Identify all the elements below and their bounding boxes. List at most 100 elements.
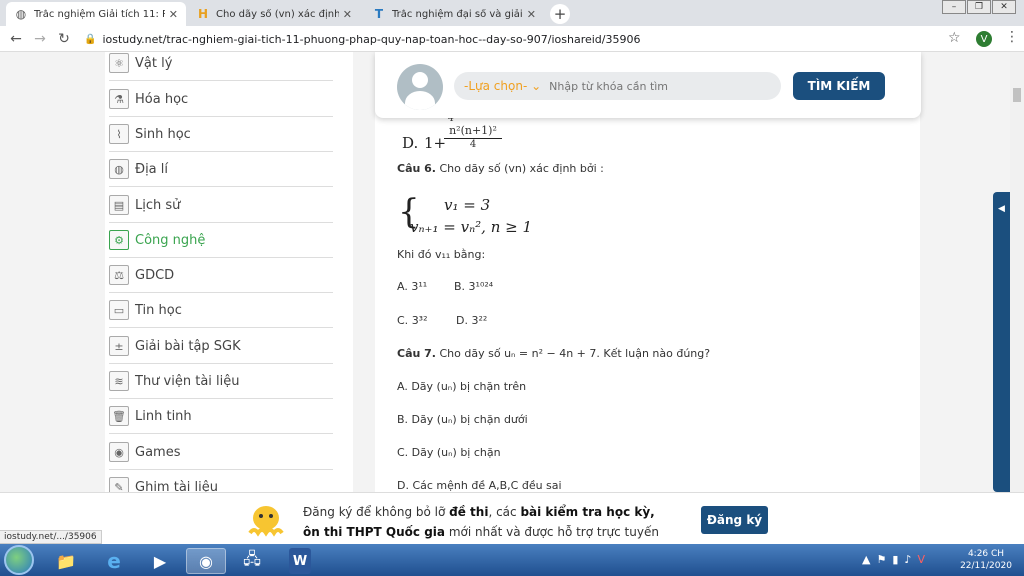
sidebar-item-linh-tinh[interactable]: 🗑 Linh tinh [109,399,333,434]
word-icon[interactable]: W [289,548,311,574]
answer-letter: B. [454,280,466,293]
bookmark-star-icon[interactable]: ☆ [948,30,961,46]
antivirus-icon[interactable]: V [917,553,925,566]
search-card: -Lựa chọn- ⌄ TÌM KIẾM [375,52,921,118]
sidebar-item-thu-vien[interactable]: ≋ Thư viện tài liệu [109,364,333,399]
page-scrollbar[interactable] [1010,52,1024,492]
category-select[interactable]: -Lựa chọn- ⌄ [464,79,541,93]
new-tab-button[interactable]: + [550,4,570,24]
maximize-icon[interactable]: ❐ [967,0,991,14]
question-prompt: Khi đó v₁₁ bằng: [397,248,486,261]
q7-answer-c[interactable]: C. Dãy (uₙ) bị chặn [397,446,501,459]
close-icon[interactable]: ✕ [343,8,352,21]
sidebar-item-label: Giải bài tập SGK [135,338,241,354]
scroll-icon: ▤ [109,195,129,215]
question-7: Câu 7. Cho dãy số uₙ = n² − 4n + 7. Kết … [397,347,710,360]
answer-c[interactable]: C. 3³² [397,314,428,327]
tab-3[interactable]: T Trắc nghiệm đại số và giải tích 11 ✕ [364,2,544,26]
sidebar-item-giai-bai-tap[interactable]: ± Giải bài tập SGK [109,329,333,364]
sidebar-item-dia-li[interactable]: ◍ Địa lí [109,152,333,187]
answer-b[interactable]: B. 3¹⁰²⁴ [454,280,493,293]
sidebar-item-gdcd[interactable]: ⚖ GDCD [109,258,333,293]
reload-icon[interactable]: ↻ [52,31,76,47]
chrome-icon[interactable]: ◉ [186,548,226,574]
q7-answer-d[interactable]: D. Các mệnh đề A,B,C đều sai [397,479,562,492]
sidebar-item-ghim[interactable]: ✎ Ghim tài liệu [109,470,333,492]
answer-value: 3¹⁰²⁴ [468,280,494,293]
user-avatar[interactable] [397,64,443,110]
window-controls: – ❐ ✕ [941,0,1016,14]
question-content [375,52,920,492]
sidebar-item-tin-hoc[interactable]: ▭ Tin học [109,293,333,328]
system-clock[interactable]: 4:26 CH 22/11/2020 [958,548,1014,572]
q7-answer-b[interactable]: B. Dãy (uₙ) bị chặn dưới [397,413,528,426]
flag-icon[interactable]: ⚑ [876,553,886,566]
search-button[interactable]: TÌM KIẾM [793,72,885,100]
gamepad-icon: ◉ [109,442,129,462]
banner-text-1: Đăng ký để không bỏ lỡ [303,505,450,519]
sidebar-item-label: Thư viện tài liệu [135,373,240,389]
close-icon[interactable]: ✕ [527,8,536,21]
signup-button[interactable]: Đăng ký [701,506,768,534]
octopus-mascot-icon [248,506,284,537]
signup-banner: Đăng ký để không bỏ lỡ đề thi, các bài k… [0,492,1024,559]
menu-dots-icon[interactable]: ⋮ [1005,29,1019,45]
globe-icon: ◍ [109,159,129,179]
answer-d[interactable]: D. 3²² [456,314,487,327]
sidebar-item-cong-nghe[interactable]: ⚙ Công nghệ [109,223,333,258]
answer-d-fraction: n²(n+1)² 4 [444,124,502,150]
question-text: Cho dãy số (vn) xác định bởi : [436,162,604,175]
sidebar-item-hoa-hoc[interactable]: ⚗ Hóa học [109,82,333,117]
back-icon[interactable]: ← [4,31,28,47]
network-icon[interactable]: 🖧 [232,548,272,574]
scale-icon: ⚖ [109,265,129,285]
address-bar[interactable]: 🔒 iostudy.net/trac-nghiem-giai-tich-11-p… [84,29,969,49]
avatar-head [412,72,428,88]
tab-2[interactable]: H Cho dãy số (vn) xác định bởi : Bài ✕ [188,2,360,26]
profile-avatar[interactable]: V [976,31,992,47]
sidebar-item-label: Linh tinh [135,408,192,424]
volume-icon[interactable]: ♪ [904,553,911,566]
search-input[interactable] [549,79,770,93]
signal-icon[interactable]: ▮ [892,553,898,566]
select-label: -Lựa chọn- [464,79,528,93]
question-number: Câu 7. [397,347,436,360]
answer-a[interactable]: A. 3¹¹ [397,280,427,293]
sidebar-item-label: Tin học [135,302,182,318]
ie-icon[interactable]: e [94,548,134,574]
tab-active[interactable]: ◍ Trắc nghiệm Giải tích 11: Phương ✕ [6,2,186,26]
fraction-denominator: 4 [469,139,477,150]
search-box: -Lựa chọn- ⌄ [454,72,781,100]
lock-icon: 🔒 [84,33,97,45]
start-button[interactable] [4,545,34,575]
t-logo-icon: T [374,7,384,21]
forward-icon[interactable]: → [28,31,52,47]
media-player-icon[interactable]: ▶ [140,548,180,574]
q7-answer-a[interactable]: A. Dãy (uₙ) bị chặn trên [397,380,526,393]
answer-letter: C. [397,314,409,327]
browser-toolbar: ← → ↻ 🔒 iostudy.net/trac-nghiem-giai-tic… [0,26,1024,52]
subject-sidebar: ⚛ Vật lý ⚗ Hóa học ⌇ Sinh học ◍ Địa lí ▤… [105,52,353,492]
gear-icon: ⚙ [109,230,129,250]
sidebar-item-lich-su[interactable]: ▤ Lịch sử [109,188,333,223]
clock-date: 22/11/2020 [960,561,1012,571]
folder-icon[interactable]: 📁 [46,548,86,574]
tab-title: Trắc nghiệm Giải tích 11: Phương [34,8,165,20]
sidebar-item-label: Công nghệ [135,232,206,248]
close-window-icon[interactable]: ✕ [992,0,1016,14]
answer-value: 3²² [471,314,488,327]
minimize-icon[interactable]: – [942,0,966,14]
scroll-thumb[interactable] [1013,88,1021,102]
system-line-1: v₁ = 3 [444,196,491,214]
calculator-icon: ± [109,336,129,356]
status-url: iostudy.net/.../35906 [0,530,102,544]
close-icon[interactable]: ✕ [169,8,178,21]
tray-up-icon[interactable]: ▲ [862,553,870,566]
sidebar-item-games[interactable]: ◉ Games [109,435,333,470]
side-panel-toggle[interactable]: ◀ [993,192,1011,492]
sidebar-item-sinh-hoc[interactable]: ⌇ Sinh học [109,117,333,152]
windows-taskbar: 📁 e ▶ ◉ 🖧 W ▲ ⚑ ▮ ♪ V 4:26 CH 22/11/2020 [0,544,1024,576]
system-line-2: vₙ₊₁ = vₙ², n ≥ 1 [410,218,532,236]
trash-icon: 🗑 [109,406,129,426]
sidebar-item-vat-ly[interactable]: ⚛ Vật lý [109,52,333,81]
